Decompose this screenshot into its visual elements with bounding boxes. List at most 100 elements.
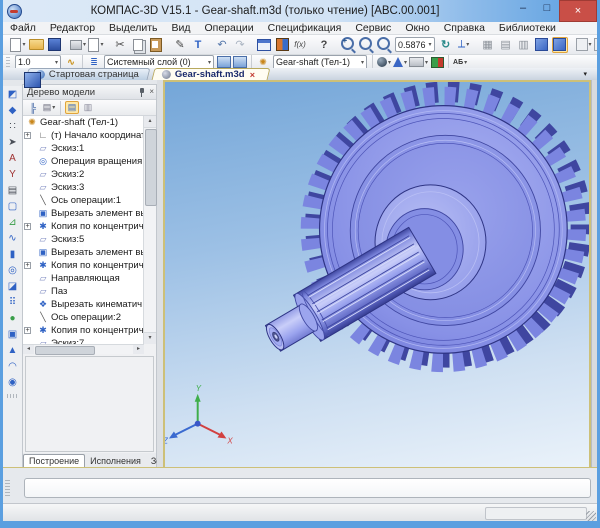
tree-item-groove[interactable]: ▱Паз — [23, 285, 144, 298]
hidden-lines-button[interactable]: ▤ — [498, 37, 514, 53]
tab-gear-shaft[interactable]: Gear-shaft.m3d × — [152, 68, 271, 80]
context-help-button[interactable]: ? — [316, 37, 332, 53]
minimize-button[interactable]: – — [511, 0, 535, 19]
model-tree-header[interactable]: Дерево модели × — [23, 85, 156, 100]
panel-pattern-button[interactable]: ⠿ — [4, 294, 21, 310]
hidden-lines-thin-button[interactable]: ▥ — [516, 37, 532, 53]
layers-button[interactable]: ≣ — [87, 56, 101, 69]
variables-button[interactable] — [256, 37, 272, 53]
expander[interactable]: + — [24, 262, 31, 269]
menu-file[interactable]: Файл — [3, 22, 43, 34]
panel-fillet-button[interactable]: ◠ — [4, 358, 21, 374]
expander[interactable]: + — [24, 223, 31, 230]
properties-button[interactable]: T — [190, 37, 206, 53]
tree-item-pattern1[interactable]: +✱Копия по концентрич — [23, 220, 144, 233]
shaded-edges-button[interactable] — [552, 37, 568, 53]
panel-dimensions-button[interactable]: A — [4, 150, 21, 166]
refresh-button[interactable]: ↻ — [438, 37, 454, 53]
tree-item-sketch2[interactable]: ▱Эскиз:2 — [23, 168, 144, 181]
tree-vertical-scrollbar[interactable]: ▴ ▾ — [143, 116, 156, 344]
zoom-area-button[interactable] — [358, 37, 374, 53]
body-display-button[interactable]: ▾ — [393, 56, 407, 69]
message-bar-grip[interactable] — [5, 480, 10, 498]
panel-revolve-button[interactable]: ◎ — [4, 262, 21, 278]
tab-close-icon[interactable]: × — [250, 70, 255, 80]
close-button[interactable]: × — [559, 0, 597, 22]
active-panel-icon[interactable] — [24, 72, 41, 88]
copy-properties-button[interactable]: ✎ — [172, 37, 188, 53]
resize-grip[interactable] — [586, 511, 596, 521]
tree-item-sketch7[interactable]: ▱Эскиз:7 — [23, 337, 144, 344]
tree-item-sketch5[interactable]: ▱Эскиз:5 — [23, 233, 144, 246]
pin-icon[interactable] — [136, 87, 146, 97]
wireframe-button[interactable]: ▦ — [480, 37, 496, 53]
shaded-button[interactable] — [534, 37, 550, 53]
model-canvas[interactable]: Y X Z — [165, 82, 589, 467]
tree-additional-button[interactable]: ▥ — [81, 101, 95, 114]
menu-help[interactable]: Справка — [437, 22, 492, 34]
layer-settings-button[interactable] — [233, 56, 247, 69]
tree-item-kinematic-cut[interactable]: ❖Вырезать кинематич — [23, 298, 144, 311]
panel-curves-button[interactable]: ∿ — [4, 230, 21, 246]
save-button[interactable] — [46, 37, 62, 53]
tree-viewmode-button[interactable]: ▤▾ — [42, 101, 56, 114]
expander[interactable]: + — [24, 327, 31, 334]
tree-horizontal-scrollbar[interactable]: ◂ ▸ — [23, 344, 144, 354]
scroll-down-icon[interactable]: ▾ — [144, 332, 156, 344]
library-button[interactable] — [274, 37, 290, 53]
menu-service[interactable]: Сервис — [348, 22, 398, 34]
menu-editor[interactable]: Редактор — [43, 22, 102, 34]
spell-button[interactable]: АБ▾ — [453, 56, 467, 69]
titlebar[interactable]: КОМПАС-3D V15.1 - Gear-shaft.m3d (только… — [3, 0, 597, 22]
tab-start-page[interactable]: Стартовая страница — [26, 68, 151, 80]
tree-composition-button[interactable]: ▤ — [65, 101, 79, 114]
panel-designations-button[interactable]: Y — [4, 166, 21, 182]
scroll-right-icon[interactable]: ▸ — [133, 345, 144, 354]
tree-item-pattern2[interactable]: +✱Копия по концентрич — [23, 259, 144, 272]
tab-construction[interactable]: Построение — [23, 454, 85, 467]
panel-solid-button[interactable]: ▣ — [4, 326, 21, 342]
panel-hole-button[interactable]: ◉ — [4, 374, 21, 390]
stamp-button[interactable]: ▾ — [409, 56, 428, 69]
preview-button[interactable]: ▾ — [88, 37, 104, 53]
panel-measure-button[interactable]: ⊿ — [4, 214, 21, 230]
body-icon-button[interactable]: ✺ — [256, 56, 270, 69]
cut-button[interactable]: ✂ — [112, 37, 128, 53]
tree-item-origin[interactable]: +∟(т) Начало координат — [23, 129, 144, 142]
zoom-fit-button[interactable] — [376, 37, 392, 53]
panel-grip[interactable] — [7, 394, 18, 398]
undo-button[interactable]: ↶ — [214, 37, 230, 53]
panel-sheet-button[interactable]: ▤ — [4, 182, 21, 198]
panel-surface-button[interactable]: ● — [4, 310, 21, 326]
tree-item-sketch3[interactable]: ▱Эскиз:3 — [23, 181, 144, 194]
tree-item-cut2[interactable]: ▣Вырезать элемент вы — [23, 246, 144, 259]
scroll-thumb[interactable] — [145, 129, 157, 206]
panel-component-button[interactable]: ◩ — [4, 86, 21, 102]
open-button[interactable] — [28, 37, 44, 53]
tab-list-button[interactable]: ▾ — [583, 70, 587, 78]
panel-points-button[interactable]: ∷ — [4, 118, 21, 134]
tree-item-root[interactable]: ✺Gear-shaft (Тел-1) — [23, 116, 144, 129]
panel-cut-button[interactable]: ◪ — [4, 278, 21, 294]
redo-button[interactable]: ↷ — [232, 37, 248, 53]
tree-item-guide[interactable]: ▱Направляющая — [23, 272, 144, 285]
tree-structure-button[interactable]: ╠ — [26, 101, 40, 114]
menu-specification[interactable]: Спецификация — [261, 22, 349, 34]
tree-item-axis1[interactable]: ╲Ось операции:1 — [23, 194, 144, 207]
panel-geometry-button[interactable]: ◆ — [4, 102, 21, 118]
menu-operations[interactable]: Операции — [197, 22, 260, 34]
paste-button[interactable] — [148, 37, 164, 53]
zoom-in-button[interactable]: + — [340, 37, 356, 53]
orientation-button[interactable]: ⟂▾ — [456, 37, 472, 53]
simplified-display-button[interactable]: ▾ — [576, 37, 592, 53]
panel-snap-button[interactable]: ➤ — [4, 134, 21, 150]
tree-item-axis2[interactable]: ╲Ось операции:2 — [23, 311, 144, 324]
maximize-button[interactable]: □ — [535, 0, 559, 19]
scroll-up-icon[interactable]: ▴ — [144, 116, 156, 128]
menu-libraries[interactable]: Библиотеки — [492, 22, 563, 34]
print-button[interactable]: ▾ — [70, 37, 86, 53]
expander[interactable]: + — [24, 132, 31, 139]
viewport[interactable]: Y X Z — [163, 80, 591, 467]
tree-item-pattern3[interactable]: +✱Копия по концентрич — [23, 324, 144, 337]
tree-item-sketch1[interactable]: ▱Эскиз:1 — [23, 142, 144, 155]
